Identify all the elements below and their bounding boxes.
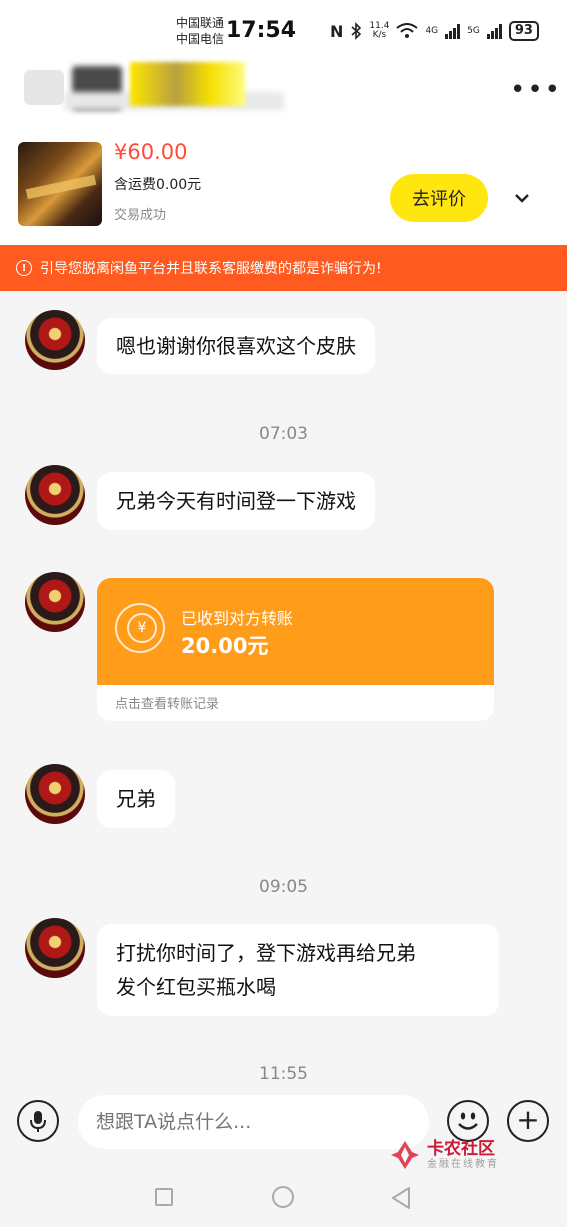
battery-indicator: 93	[508, 21, 539, 41]
carrier-info: 中国联通 中国电信	[176, 15, 224, 47]
recent-apps-button[interactable]	[155, 1188, 173, 1206]
carrier-2: 中国电信	[176, 32, 225, 46]
signal-4g-icon	[445, 23, 461, 39]
sender-avatar[interactable]	[25, 572, 85, 632]
smiley-icon	[458, 1112, 478, 1130]
transfer-record-link[interactable]: 点击查看转账记录	[115, 693, 219, 712]
microphone-icon	[30, 1111, 46, 1132]
message-bubble[interactable]: 打扰你时间了，登下游戏再给兄弟 发个红包买瓶水喝	[97, 924, 499, 1016]
system-navigation-bar	[0, 1160, 567, 1227]
plus-icon: +	[516, 1103, 540, 1136]
watermark-title: 卡农社区	[427, 1139, 495, 1159]
status-bar: 中国联通 中国电信 17:54 N 11.4 K/s 4G 5G 93	[0, 0, 567, 60]
redacted-username	[130, 62, 245, 106]
chevron-down-icon	[515, 194, 529, 203]
transfer-amount: 20.00元	[181, 634, 269, 658]
message-bubble[interactable]: 兄弟今天有时间登一下游戏	[97, 472, 375, 530]
product-thumbnail[interactable]	[18, 142, 102, 226]
warning-icon: !	[16, 260, 32, 276]
sender-avatar[interactable]	[25, 310, 85, 370]
message-timestamp: 07:03	[259, 424, 308, 444]
message-line-1: 打扰你时间了，登下游戏再给兄弟	[116, 941, 416, 965]
more-options-icon[interactable]: •••	[510, 77, 562, 103]
bluetooth-icon	[351, 22, 362, 40]
sender-avatar[interactable]	[25, 918, 85, 978]
carrier-1: 中国联通	[176, 16, 225, 30]
warning-text: 引导您脱离闲鱼平台并且联系客服缴费的都是诈骗行为!	[40, 261, 382, 277]
message-bubble[interactable]: 兄弟	[97, 770, 175, 828]
message-bubble[interactable]: 嗯也谢谢你很喜欢这个皮肤	[97, 318, 375, 374]
product-card[interactable]: ¥60.00 含运费0.00元 交易成功 去评价	[0, 132, 567, 245]
sender-avatar[interactable]	[25, 465, 85, 525]
voice-button[interactable]	[17, 1100, 59, 1142]
signal-5g-icon	[486, 23, 502, 39]
net-speed-unit: K/s	[372, 30, 387, 40]
back-button[interactable]	[24, 70, 64, 105]
message-timestamp: 09:05	[259, 877, 308, 897]
add-attachment-button[interactable]: +	[507, 1100, 549, 1142]
product-price: ¥60.00	[114, 140, 188, 164]
emoji-button[interactable]	[447, 1100, 489, 1142]
message-input[interactable]	[78, 1095, 429, 1149]
yuan-coin-icon	[115, 603, 165, 653]
system-back-icon[interactable]	[390, 1186, 412, 1210]
message-line-2: 发个红包买瓶水喝	[116, 975, 276, 999]
net-speed: 11.4 K/s	[369, 22, 389, 40]
network-4g-label: 4G	[425, 26, 439, 36]
transfer-card-header: 已收到对方转账 20.00元	[97, 578, 494, 685]
network-5g-label: 5G	[467, 26, 480, 36]
nfc-icon: N	[330, 21, 344, 41]
sender-avatar[interactable]	[25, 764, 85, 824]
wifi-icon	[396, 23, 419, 38]
clock: 17:54	[226, 18, 297, 43]
transfer-card[interactable]: 已收到对方转账 20.00元 点击查看转账记录	[97, 578, 494, 721]
expand-button[interactable]	[502, 180, 542, 216]
transfer-label: 已收到对方转账	[181, 609, 294, 628]
shipping-info: 含运费0.00元	[114, 177, 202, 193]
status-icons: N 11.4 K/s 4G 5G 93	[330, 20, 539, 42]
review-button[interactable]: 去评价	[390, 174, 488, 222]
fraud-warning-banner: ! 引导您脱离闲鱼平台并且联系客服缴费的都是诈骗行为!	[0, 245, 567, 291]
trade-status: 交易成功	[114, 208, 167, 223]
home-button[interactable]	[272, 1186, 294, 1208]
